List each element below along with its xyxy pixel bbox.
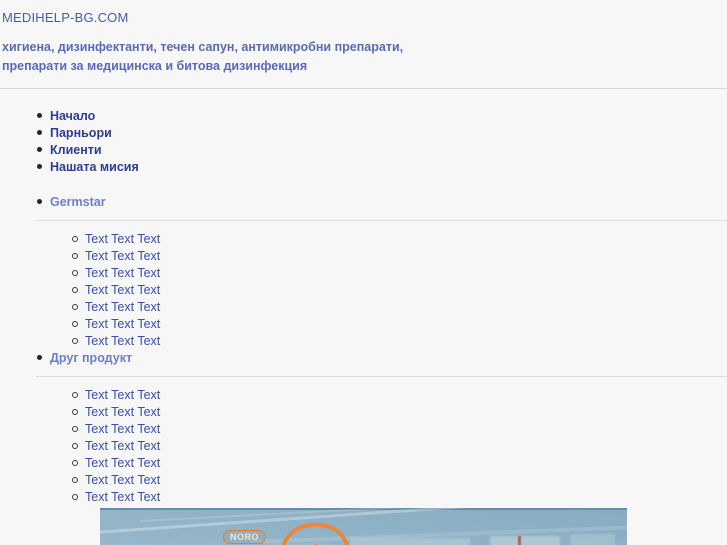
sub-item-label: Text Text Text — [85, 266, 161, 280]
sidebar-item-klienti[interactable]: Клиенти — [0, 141, 727, 158]
site-tagline: хигиена, дизинфектанти, течен сапун, ант… — [0, 38, 727, 76]
secondary-nav-list: Друг продукт — [0, 349, 727, 366]
section-title-label: Друг продукт — [50, 351, 133, 365]
list-item[interactable]: Text Text Text — [0, 315, 727, 332]
list-item[interactable]: Text Text Text — [0, 247, 727, 264]
sidebar-item-drug-produkt[interactable]: Друг продукт — [0, 349, 727, 366]
nav-item-label: Начало — [50, 109, 96, 123]
sub-item-label: Text Text Text — [85, 232, 161, 246]
nav-item-label: Парньори — [50, 126, 112, 140]
sidebar-item-germstar[interactable]: Germstar — [0, 193, 727, 210]
sub-item-label: Text Text Text — [85, 456, 161, 470]
main-nav-list: Начало Парньори Клиенти Нашата мисия Ger… — [0, 107, 727, 210]
site-tagline-line-1: хигиена, дизинфектанти, течен сапун, ант… — [2, 40, 404, 54]
star-swoosh-icon — [282, 522, 349, 545]
nav-item-label: Нашата мисия — [50, 160, 139, 174]
sub-item-label: Text Text Text — [85, 405, 161, 419]
list-item[interactable]: Text Text Text — [0, 281, 727, 298]
sub-list-drug-produkt: Text Text Text Text Text Text Text Text … — [0, 386, 727, 505]
section-divider-germstar — [36, 220, 727, 221]
list-item[interactable]: Text Text Text — [0, 403, 727, 420]
sub-item-label: Text Text Text — [85, 439, 161, 453]
list-item[interactable]: Text Text Text — [0, 264, 727, 281]
sub-item-label: Text Text Text — [85, 300, 161, 314]
list-item[interactable]: Text Text Text — [0, 437, 727, 454]
banner-photo: NORO germstar — [100, 508, 627, 545]
sub-item-label: Text Text Text — [85, 249, 161, 263]
sub-item-label: Text Text Text — [85, 422, 161, 436]
sub-item-label: Text Text Text — [85, 317, 161, 331]
sub-item-label: Text Text Text — [85, 283, 161, 297]
sub-list-germstar: Text Text Text Text Text Text Text Text … — [0, 230, 727, 349]
sub-item-label: Text Text Text — [85, 473, 161, 487]
banner-blur-shape — [570, 534, 615, 545]
section-divider-drug-produkt — [36, 376, 727, 377]
banner-image: NORO germstar — [100, 508, 627, 545]
sub-item-label: Text Text Text — [85, 388, 161, 402]
sub-item-label: Text Text Text — [85, 490, 161, 504]
list-item[interactable]: Text Text Text — [0, 230, 727, 247]
list-item[interactable]: Text Text Text — [0, 454, 727, 471]
nav-item-label: Клиенти — [50, 143, 102, 157]
site-header: MEDIHELP-BG.COM хигиена, дизинфектанти, … — [0, 0, 727, 89]
noro-badge: NORO — [223, 530, 266, 544]
sidebar-item-nachalo[interactable]: Начало — [0, 107, 727, 124]
site-title: MEDIHELP-BG.COM — [2, 10, 129, 25]
site-tagline-line-2: препарати за медицинска и битова дизинфе… — [2, 59, 308, 73]
list-item[interactable]: Text Text Text — [0, 488, 727, 505]
list-item[interactable]: Text Text Text — [0, 332, 727, 349]
sidebar-item-parnyori[interactable]: Парньори — [0, 124, 727, 141]
sidebar-item-nashata-misiya[interactable]: Нашата мисия — [0, 158, 727, 175]
banner-blur-shape — [490, 536, 560, 545]
list-item[interactable]: Text Text Text — [0, 471, 727, 488]
navigation: Начало Парньори Клиенти Нашата мисия Ger… — [0, 89, 727, 505]
sub-item-label: Text Text Text — [85, 334, 161, 348]
section-title-label: Germstar — [50, 195, 106, 209]
banner-red-accent — [518, 536, 521, 545]
list-item[interactable]: Text Text Text — [0, 298, 727, 315]
list-item[interactable]: Text Text Text — [0, 420, 727, 437]
list-item[interactable]: Text Text Text — [0, 386, 727, 403]
